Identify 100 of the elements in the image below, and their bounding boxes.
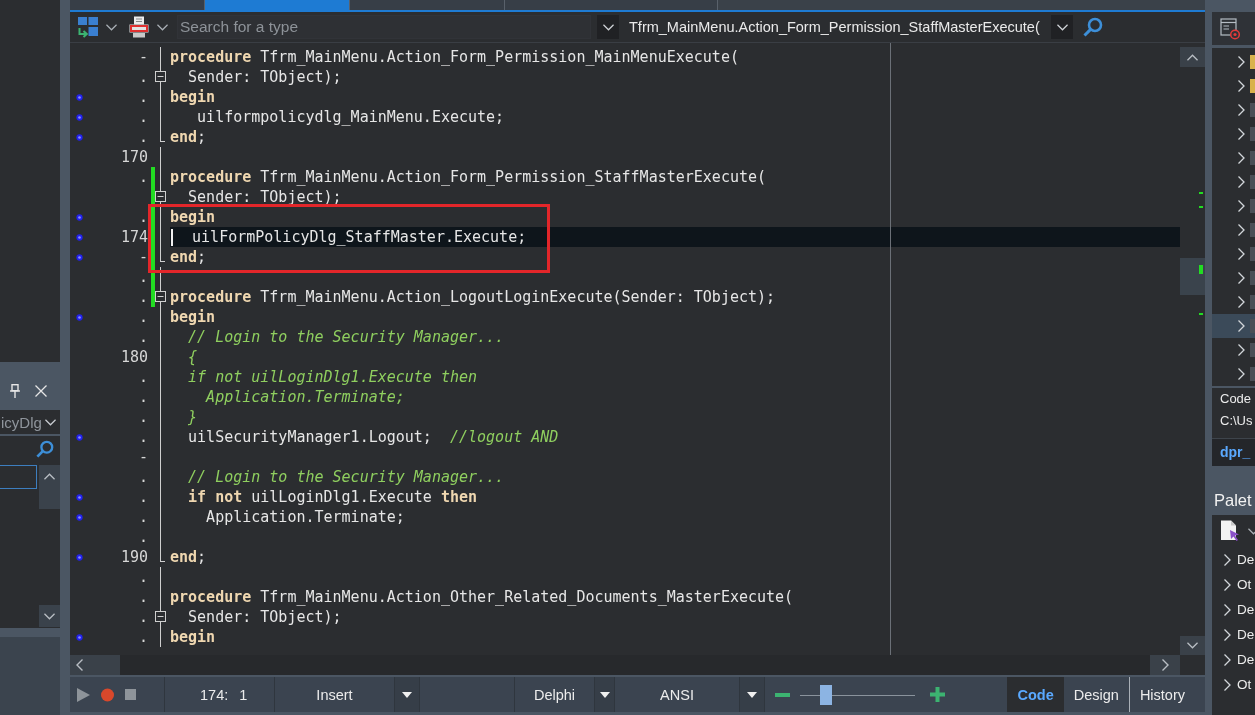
plus-icon[interactable] xyxy=(930,687,945,702)
view-tab[interactable]: History xyxy=(1128,677,1195,712)
file-name[interactable]: dpr_ xyxy=(1212,438,1255,466)
line-number: . xyxy=(138,488,148,506)
dot-icon[interactable] xyxy=(75,93,83,101)
document-cursor-icon[interactable] xyxy=(1220,520,1240,542)
pin-icon[interactable] xyxy=(10,384,20,398)
dropdown-button[interactable] xyxy=(595,677,615,712)
palette-category[interactable]: Ot xyxy=(1212,672,1255,697)
chevron-right-icon[interactable] xyxy=(1238,224,1245,236)
method-dropdown[interactable]: Tfrm_MainMenu.Action_Form_Permission_StaffMasterExecute( xyxy=(629,19,1045,35)
code-line: if not uilLoginDlg1.Execute then xyxy=(187,367,478,387)
chevron-right-icon[interactable] xyxy=(1238,200,1245,212)
chevron-down-icon[interactable] xyxy=(45,418,56,426)
code-line: Sender: TObject); xyxy=(187,187,342,207)
dot-icon[interactable] xyxy=(75,233,83,241)
chevron-right-icon[interactable] xyxy=(1238,344,1245,356)
collapse-icon[interactable] xyxy=(155,611,166,622)
vertical-scrollbar[interactable] xyxy=(1180,43,1205,655)
play-icon[interactable] xyxy=(77,687,90,702)
dot-icon[interactable] xyxy=(75,213,83,221)
line-number: . xyxy=(138,508,148,526)
collapse-icon[interactable] xyxy=(155,191,166,202)
dropdown-button[interactable] xyxy=(597,15,619,39)
dropdown-button[interactable] xyxy=(395,677,420,712)
palette-category[interactable]: Ot xyxy=(1212,572,1255,597)
search-field[interactable] xyxy=(0,436,60,462)
chevron-right-icon[interactable] xyxy=(1238,176,1245,188)
search-icon[interactable] xyxy=(1083,17,1103,37)
palette-category[interactable]: De xyxy=(1212,647,1255,672)
chevron-down-icon[interactable] xyxy=(157,23,168,31)
dropdown-button[interactable] xyxy=(1051,15,1073,39)
view-tab[interactable]: Code xyxy=(1007,677,1064,712)
scroll-thumb[interactable] xyxy=(1180,258,1205,295)
form-icon[interactable] xyxy=(1220,17,1240,40)
vertical-scrollbar[interactable] xyxy=(39,462,60,628)
chevron-right-icon xyxy=(1224,678,1231,691)
record-icon[interactable] xyxy=(101,687,114,702)
collapse-icon[interactable] xyxy=(155,71,166,82)
chevron-down-icon xyxy=(1187,642,1198,649)
chevron-down-icon[interactable] xyxy=(1248,527,1255,535)
search-field[interactable]: Search for a type xyxy=(177,15,591,39)
chevron-right-icon[interactable] xyxy=(1238,320,1245,332)
line-number: 170 xyxy=(120,148,148,166)
chevron-right-icon[interactable] xyxy=(1238,272,1245,284)
dot-icon[interactable] xyxy=(75,513,83,521)
chevron-up-icon xyxy=(44,473,55,480)
marker-icon xyxy=(1199,265,1203,274)
palette-category[interactable]: De xyxy=(1212,547,1255,572)
chevron-right-icon[interactable] xyxy=(1238,128,1245,140)
close-icon[interactable] xyxy=(35,385,47,397)
chevron-right-icon[interactable] xyxy=(1238,56,1245,68)
chevron-right-icon[interactable] xyxy=(1238,368,1245,380)
view-tab[interactable]: Design xyxy=(1063,677,1129,712)
chevron-down-icon[interactable] xyxy=(106,23,117,31)
chevron-right-icon[interactable] xyxy=(1238,104,1245,116)
chevron-right-icon[interactable] xyxy=(1238,296,1245,308)
collapse-icon[interactable] xyxy=(155,291,166,302)
code-line: procedure Tfrm_MainMenu.Action_LogoutLoginExecute(Sender: TObject); xyxy=(170,287,776,307)
code-line: uilSecurityManager1.Logout; //logout AND xyxy=(187,427,559,447)
chevron-right-icon[interactable] xyxy=(1238,152,1245,164)
chevron-right-icon xyxy=(1224,653,1231,666)
dot-icon[interactable] xyxy=(75,633,83,641)
chevron-down-icon xyxy=(1056,23,1068,31)
dot-icon[interactable] xyxy=(75,113,83,121)
grid-arrow-icon[interactable] xyxy=(78,16,98,38)
file-icon xyxy=(1250,271,1255,285)
zoom-slider[interactable] xyxy=(800,683,915,706)
dot-icon[interactable] xyxy=(75,313,83,321)
triangle-down-icon xyxy=(599,691,610,698)
chevron-left-icon xyxy=(76,659,83,671)
scroll-down-button[interactable] xyxy=(1180,636,1205,655)
dropdown[interactable]: icyDlg xyxy=(0,410,60,434)
dot-icon[interactable] xyxy=(75,133,83,141)
search-icon[interactable] xyxy=(36,440,54,458)
chevron-up-icon xyxy=(1187,53,1198,61)
dropdown-button[interactable] xyxy=(740,677,765,712)
minus-icon[interactable] xyxy=(775,692,790,697)
chevron-right-icon[interactable] xyxy=(1238,248,1245,260)
input-field[interactable] xyxy=(0,465,37,489)
code-editor[interactable] xyxy=(70,43,1180,655)
code-line: begin xyxy=(170,207,216,227)
chevron-right-icon[interactable] xyxy=(1238,80,1245,92)
scroll-up-button[interactable] xyxy=(39,465,60,509)
code-line: uilFormPolicyDlg_StaffMaster.Execute; xyxy=(191,227,527,247)
file-icon xyxy=(1250,175,1255,189)
line-number: . xyxy=(138,328,148,346)
dot-icon[interactable] xyxy=(75,253,83,261)
slider-thumb[interactable] xyxy=(820,684,833,705)
dot-icon[interactable] xyxy=(75,493,83,501)
scroll-up-button[interactable] xyxy=(1180,47,1205,67)
line-number: . xyxy=(138,128,148,146)
palette-category[interactable]: De xyxy=(1212,597,1255,622)
palette-category[interactable]: De xyxy=(1212,622,1255,647)
code-line: procedure Tfrm_MainMenu.Action_Form_Permission_MainMenuExecute( xyxy=(170,47,739,67)
scroll-down-button[interactable] xyxy=(39,605,60,627)
dot-icon[interactable] xyxy=(75,553,83,561)
cursor-column: 1 xyxy=(239,686,248,703)
printer-icon[interactable] xyxy=(129,16,149,38)
dot-icon[interactable] xyxy=(75,433,83,441)
